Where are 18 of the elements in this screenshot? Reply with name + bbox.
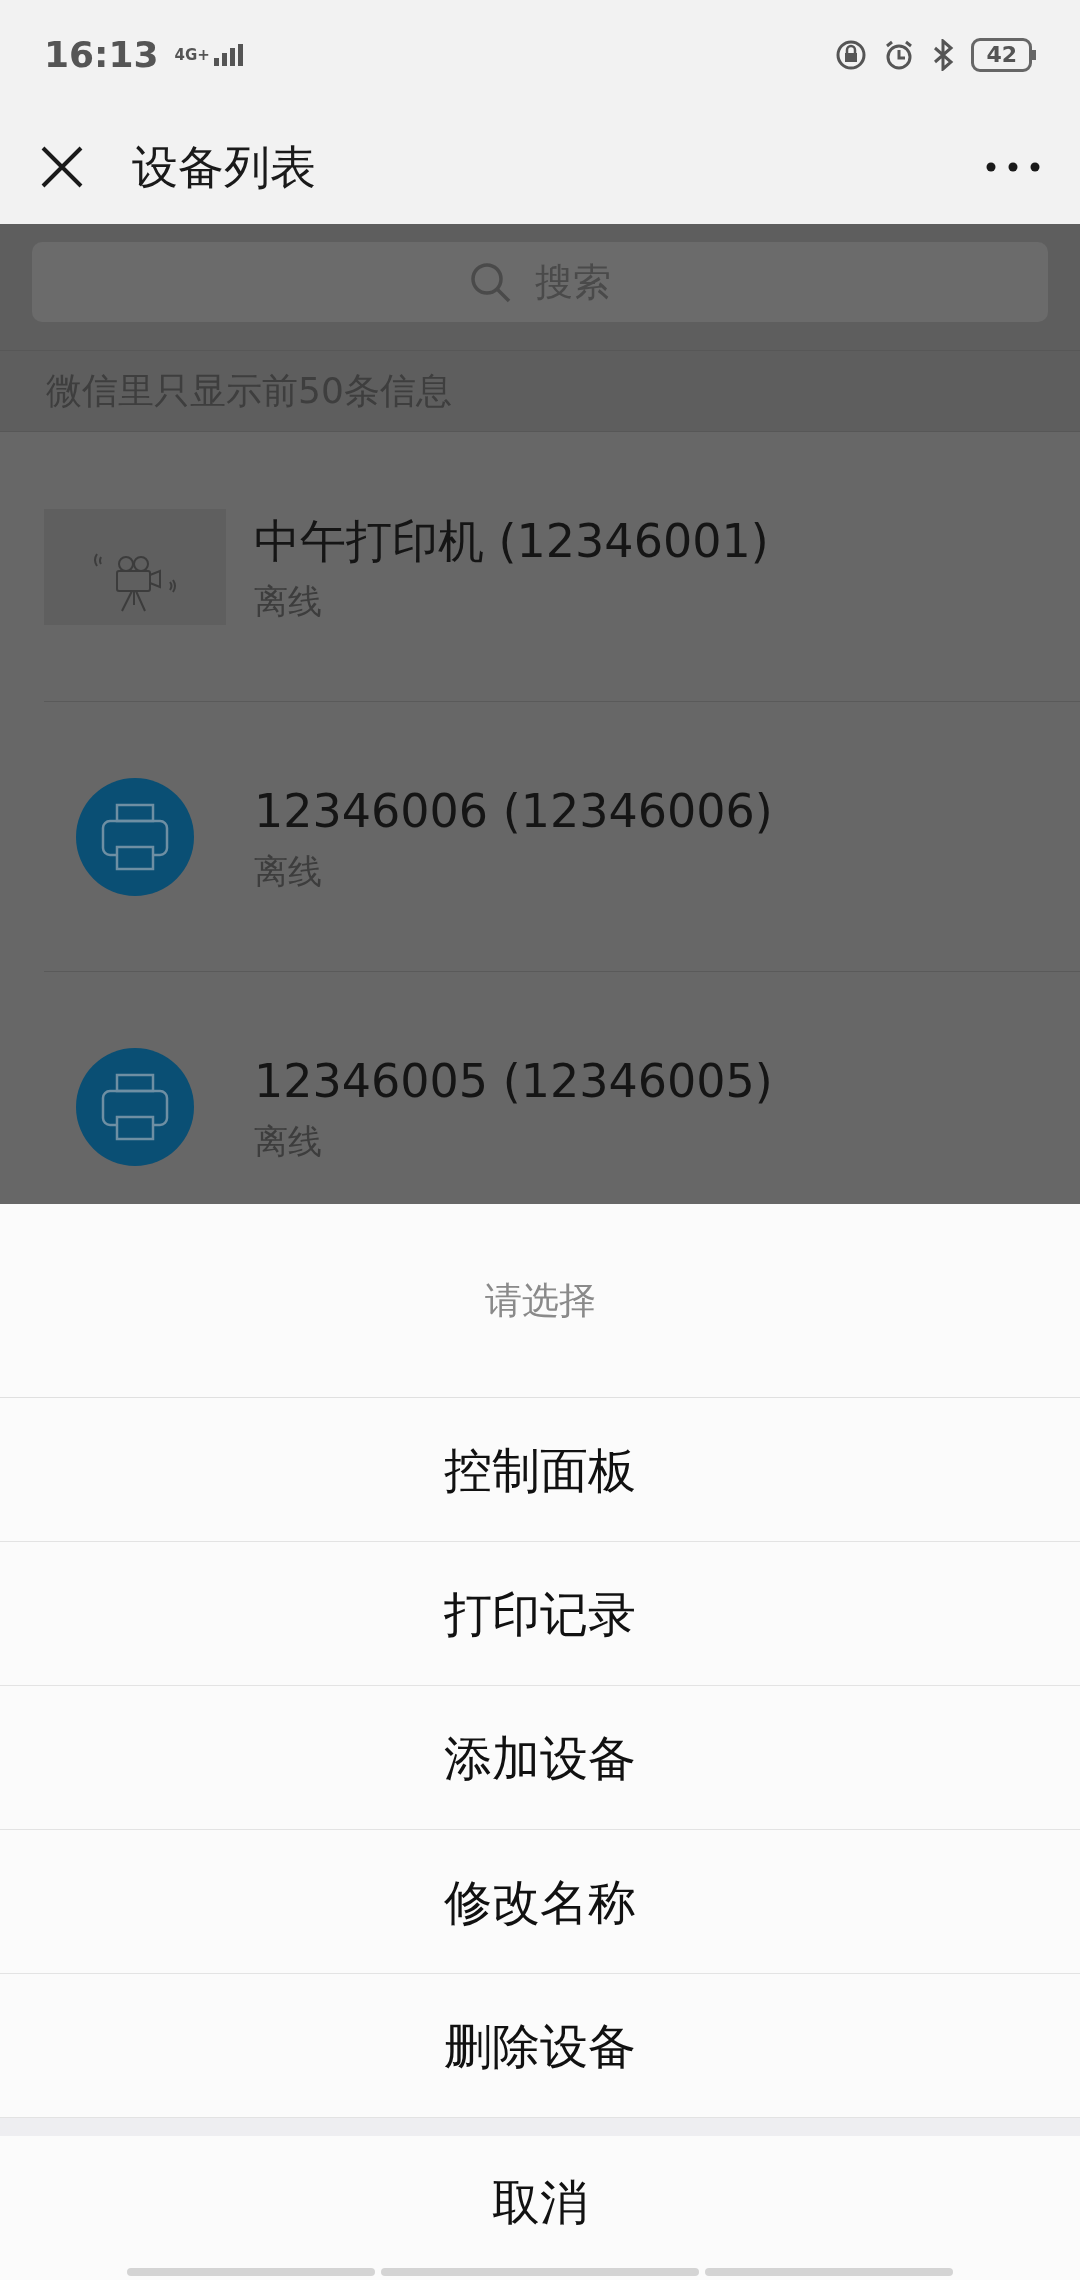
network-type: 4G+: [174, 48, 210, 63]
page-title: 设备列表: [132, 138, 316, 196]
bluetooth-icon: [931, 39, 956, 71]
camera-icon: [44, 508, 226, 625]
device-name: 中午打印机 (12346001): [254, 512, 769, 570]
rotation-lock-icon: [835, 39, 868, 71]
signal-icon: [213, 44, 243, 66]
status-time: 16:13: [44, 33, 159, 77]
battery-level: 42: [971, 38, 1032, 72]
close-button[interactable]: [40, 145, 84, 189]
device-name: 12346006 (12346006): [254, 782, 773, 840]
close-icon: [40, 145, 84, 189]
device-name: 12346005 (12346005): [254, 1052, 773, 1110]
printer-icon: [75, 1046, 195, 1167]
printer-icon: [75, 776, 195, 897]
search-icon: [469, 261, 511, 303]
more-icon: [986, 162, 1040, 172]
more-button[interactable]: [986, 162, 1040, 172]
